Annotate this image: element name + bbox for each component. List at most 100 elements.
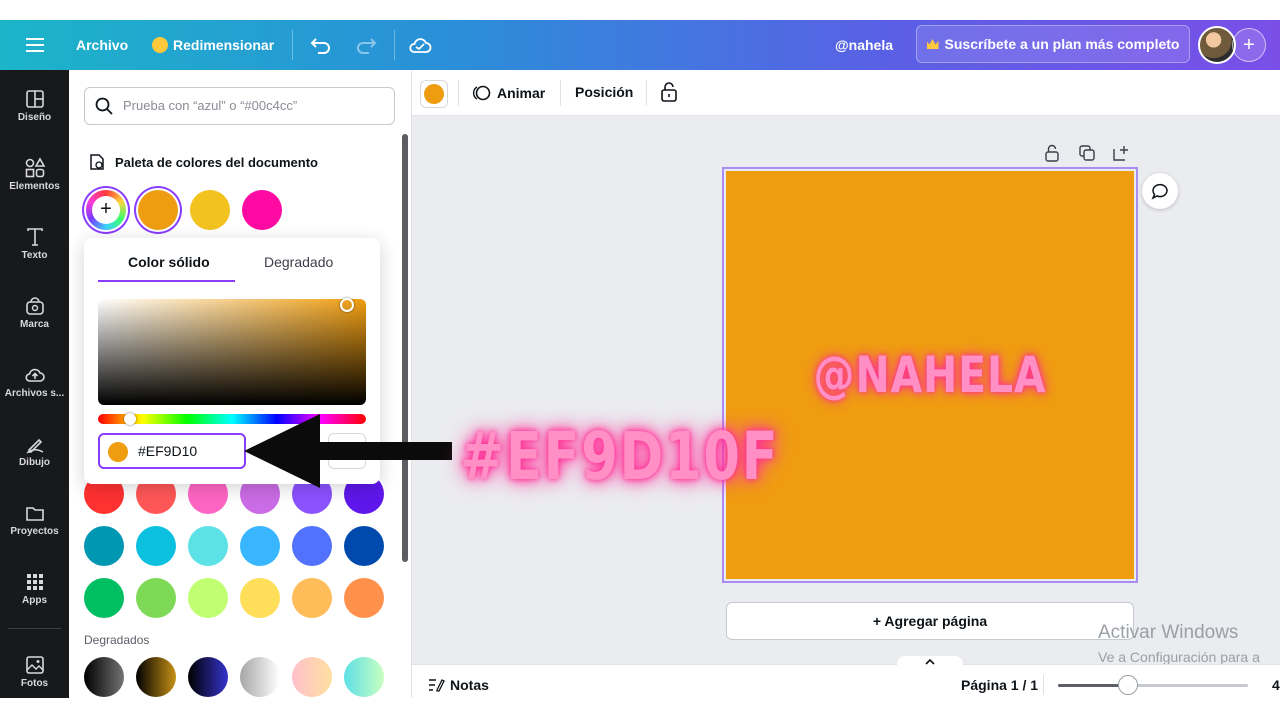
- rail-item-apps[interactable]: Apps: [0, 563, 69, 623]
- rail-label: Texto: [21, 250, 48, 261]
- add-page-button[interactable]: + Agregar página: [726, 602, 1134, 640]
- saturation-area[interactable]: [98, 299, 366, 405]
- context-toolbar: Animar Posición: [412, 70, 1280, 116]
- divider: [394, 30, 395, 60]
- color-swatch[interactable]: [344, 578, 384, 618]
- bottom-bar: Notas Página 1 / 1 4: [412, 656, 1280, 704]
- rail-item-uploads[interactable]: Archivos s...: [0, 356, 69, 416]
- hex-input[interactable]: #EF9D10: [98, 433, 246, 469]
- plus-icon: +: [92, 196, 120, 224]
- rail-label: Archivos s...: [4, 388, 65, 399]
- brand-icon: [25, 297, 44, 315]
- color-swatch[interactable]: [188, 578, 228, 618]
- palette-swatch[interactable]: [190, 190, 230, 230]
- rail-label: Dibujo: [18, 457, 51, 468]
- resize-label: Redimensionar: [173, 37, 275, 53]
- search-icon: [95, 97, 113, 115]
- divider: [1043, 675, 1044, 695]
- cloud-saved-icon[interactable]: [408, 20, 432, 70]
- page-panel-handle[interactable]: [897, 656, 963, 668]
- divider: [8, 628, 61, 629]
- folder-icon: [25, 507, 44, 521]
- rail-label: Proyectos: [10, 526, 59, 537]
- palette-swatch[interactable]: [242, 190, 282, 230]
- menu-icon[interactable]: [26, 20, 44, 70]
- color-swatch[interactable]: [292, 578, 332, 618]
- color-swatch[interactable]: [84, 526, 124, 566]
- notes-button[interactable]: Notas: [450, 677, 489, 693]
- crown-icon: [926, 39, 939, 49]
- upgrade-button[interactable]: Suscríbete a un plan más completo: [916, 25, 1190, 63]
- gradient-swatch[interactable]: [136, 657, 176, 697]
- rail-item-photos[interactable]: Fotos: [0, 646, 69, 706]
- cloud-upload-icon: [24, 368, 45, 382]
- resize-button[interactable]: Redimensionar: [152, 20, 274, 70]
- palette-swatch[interactable]: [138, 190, 178, 230]
- redo-icon[interactable]: [355, 20, 377, 70]
- zoom-slider-handle[interactable]: [1118, 675, 1139, 695]
- notes-icon: [429, 679, 445, 692]
- page-lock-icon[interactable]: [1044, 144, 1064, 164]
- active-tab-indicator: [98, 280, 235, 282]
- color-swatch[interactable]: [240, 526, 280, 566]
- position-button[interactable]: Posición: [575, 84, 633, 100]
- user-handle[interactable]: @nahela: [835, 20, 893, 70]
- comment-icon: [1151, 183, 1168, 200]
- saturation-handle[interactable]: [340, 298, 354, 312]
- add-member-button[interactable]: +: [1232, 28, 1266, 62]
- rail-label: Marca: [20, 319, 49, 330]
- page-heading-text[interactable]: @NAHELA: [763, 346, 1098, 404]
- rail-item-projects[interactable]: Proyectos: [0, 494, 69, 554]
- color-swatch[interactable]: [84, 578, 124, 618]
- color-swatch[interactable]: [136, 526, 176, 566]
- color-swatch[interactable]: [136, 578, 176, 618]
- upgrade-label: Suscríbete a un plan más completo: [944, 36, 1180, 52]
- color-swatch[interactable]: [344, 526, 384, 566]
- color-dot: [424, 84, 444, 104]
- gradient-swatch[interactable]: [292, 657, 332, 697]
- design-page[interactable]: @NAHELA: [726, 171, 1134, 579]
- rail-label: Elementos: [9, 181, 60, 192]
- lock-icon[interactable]: [660, 82, 678, 105]
- page-indicator[interactable]: Página 1 / 1: [961, 677, 1038, 693]
- color-swatch[interactable]: [188, 526, 228, 566]
- hue-handle[interactable]: [124, 413, 136, 425]
- plus-icon: +: [1243, 33, 1255, 56]
- tab-solid-color[interactable]: Color sólido: [128, 254, 210, 270]
- animate-button[interactable]: Animar: [472, 84, 545, 102]
- current-color-dot: [108, 442, 128, 462]
- rail-item-text[interactable]: Texto: [0, 218, 69, 278]
- rail-item-design[interactable]: Diseño: [0, 80, 69, 140]
- divider: [560, 80, 561, 106]
- panel-scrollbar[interactable]: [402, 134, 408, 562]
- add-page-icon[interactable]: [1112, 144, 1132, 164]
- hex-value: #EF9D10: [138, 443, 198, 459]
- color-swatch[interactable]: [292, 526, 332, 566]
- rail-item-brand[interactable]: Marca: [0, 287, 69, 347]
- left-rail: Diseño Elementos Texto Marca Archivos s.…: [0, 70, 69, 698]
- gradients-label: Degradados: [84, 633, 150, 647]
- apps-grid-icon: [26, 574, 43, 590]
- rail-item-draw[interactable]: Dibujo: [0, 425, 69, 485]
- text-color-button[interactable]: [420, 80, 448, 108]
- comment-button[interactable]: [1142, 173, 1178, 209]
- color-swatch[interactable]: [240, 578, 280, 618]
- rail-label: Fotos: [20, 678, 49, 689]
- file-menu[interactable]: Archivo: [76, 20, 128, 70]
- gradient-swatch[interactable]: [344, 657, 384, 697]
- tab-gradient[interactable]: Degradado: [264, 254, 333, 270]
- color-search-input[interactable]: Prueba con “azul” o “#00c4cc”: [84, 87, 395, 125]
- avatar[interactable]: [1198, 26, 1236, 64]
- palette-title: Paleta de colores del documento: [115, 155, 318, 170]
- rail-item-elements[interactable]: Elementos: [0, 149, 69, 209]
- crown-icon: [152, 37, 168, 53]
- gradient-swatch[interactable]: [188, 657, 228, 697]
- gradient-swatch[interactable]: [84, 657, 124, 697]
- duplicate-page-icon[interactable]: [1078, 144, 1098, 164]
- screen: Archivo Redimensionar @nahela Suscríbete…: [0, 0, 1280, 720]
- gradient-swatch[interactable]: [240, 657, 280, 697]
- search-placeholder: Prueba con “azul” o “#00c4cc”: [123, 98, 298, 113]
- zoom-value[interactable]: 4: [1272, 677, 1280, 693]
- undo-icon[interactable]: [310, 20, 332, 70]
- add-color-button[interactable]: +: [86, 190, 126, 230]
